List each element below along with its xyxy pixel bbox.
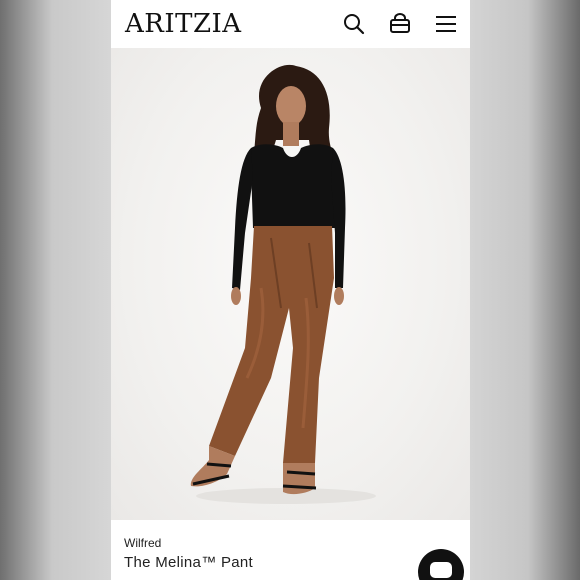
left-arm [232,148,253,290]
right-hand [334,287,344,305]
product-brand: Wilfred [124,536,162,550]
search-icon[interactable] [342,12,366,36]
chat-bubble [430,562,452,578]
brown-leather-pants [209,226,334,463]
product-info: Wilfred The Melina™ Pant [111,520,470,580]
phone-screen: ARITZIA Wilfred The Melina™ Pant [111,0,470,580]
right-foot [283,463,315,495]
neck [283,122,299,146]
product-name[interactable]: The Melina™ Pant [124,554,253,571]
face [276,86,306,126]
aritzia-logo[interactable]: ARITZIA [125,9,242,39]
chat-icon[interactable] [418,549,464,580]
black-top [251,144,335,228]
site-header: ARITZIA [111,0,470,48]
hamburger-menu-icon[interactable] [434,12,458,36]
product-image[interactable] [111,48,470,520]
left-hand [231,287,241,305]
shopping-bag-icon[interactable] [388,12,412,36]
